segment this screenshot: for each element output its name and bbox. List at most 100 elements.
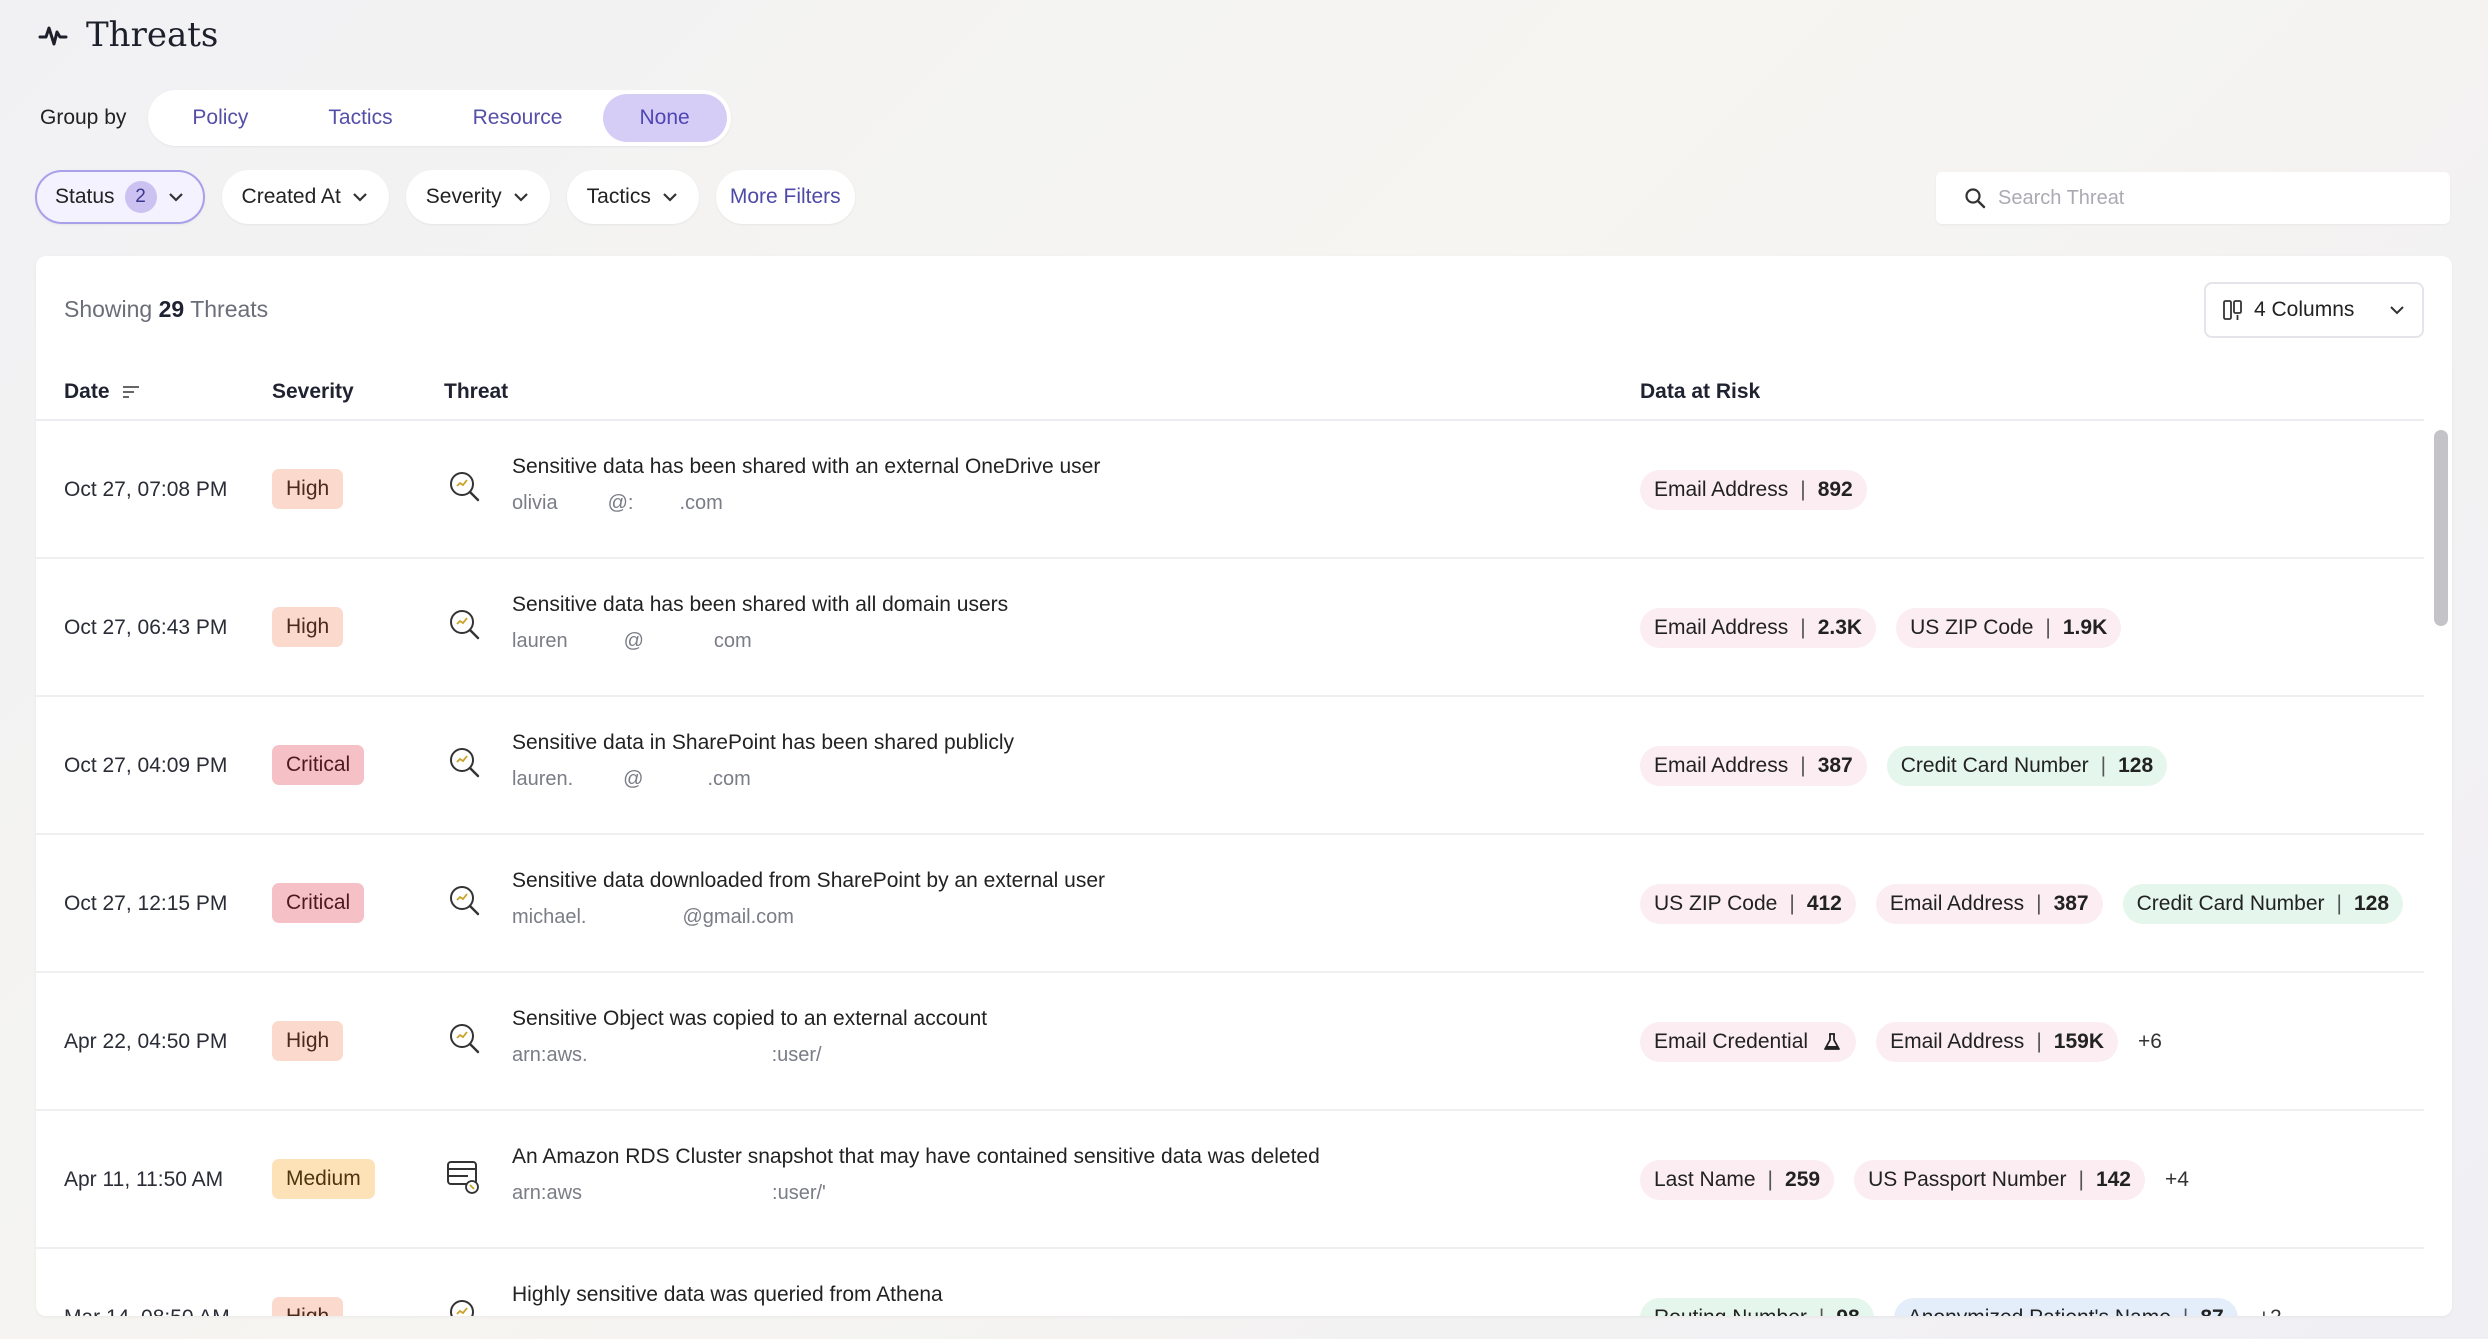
scrollbar-thumb[interactable]	[2434, 430, 2448, 626]
threat-magnifier-icon	[450, 1300, 474, 1316]
threat-subject: olivia @: .com	[512, 492, 723, 514]
row-date: Mar 14, 08:50 AM	[64, 1249, 230, 1316]
chevron-down-icon	[513, 193, 528, 202]
table-row[interactable]: Oct 27, 12:15 PM Critical Sensitive data…	[36, 835, 2424, 973]
data-at-risk-tags: Email Address | 892	[1640, 421, 1867, 559]
threat-subject: lauren. @ .com	[512, 768, 751, 790]
data-at-risk-tags: Email Address | 2.3K US ZIP Code | 1.9K	[1640, 559, 2122, 697]
threat-title[interactable]: Sensitive data has been shared with an e…	[512, 455, 1100, 479]
data-tag[interactable]: Email Address | 2.3K	[1640, 608, 1877, 648]
created-at-filter-label: Created At	[241, 185, 341, 208]
chevron-down-icon	[353, 193, 367, 202]
status-filter-label: Status	[55, 185, 115, 208]
group-by: Group by Policy Tactics Resource None	[40, 90, 731, 146]
severity-badge: Medium	[272, 1159, 375, 1199]
data-tag[interactable]: Credit Card Number | 128	[1886, 746, 2168, 786]
row-date: Oct 27, 04:09 PM	[64, 754, 228, 777]
data-at-risk-tags: Routing Number|98 Anonymized Patient's N…	[1640, 1249, 2282, 1316]
severity-badge: High	[272, 1297, 344, 1316]
data-tag[interactable]: Email Address | 892	[1640, 470, 1867, 510]
table-row[interactable]: Mar 14, 08:50 AM High Highly sensitive d…	[36, 1249, 2424, 1316]
search-box	[1936, 172, 2450, 224]
data-tag[interactable]: Email Credential	[1640, 1022, 1857, 1062]
threat-title[interactable]: Sensitive data downloaded from SharePoin…	[512, 869, 1105, 893]
data-tag[interactable]: US ZIP Code | 1.9K	[1896, 608, 2122, 648]
row-date: Oct 27, 06:43 PM	[64, 616, 228, 639]
row-date: Oct 27, 12:15 PM	[64, 892, 228, 915]
table-row[interactable]: Oct 27, 06:43 PM High Sensitive data has…	[36, 559, 2424, 697]
column-header-data-at-risk[interactable]: Data at Risk	[1640, 380, 1760, 404]
more-tags-count[interactable]: +2	[2258, 1306, 2282, 1316]
showing-suffix: Threats	[190, 296, 269, 322]
severity-filter[interactable]: Severity	[405, 170, 550, 224]
page-title: Threats	[86, 15, 219, 55]
group-by-resource[interactable]: Resource	[433, 94, 603, 142]
created-at-filter[interactable]: Created At	[221, 170, 389, 224]
row-date: Apr 22, 04:50 PM	[64, 1030, 228, 1053]
threat-magnifier-icon	[450, 748, 480, 778]
severity-badge: Critical	[272, 745, 365, 785]
data-at-risk-tags: Last Name | 259 US Passport Number | 142 +4	[1640, 1111, 2189, 1249]
activity-pulse-icon	[38, 26, 68, 46]
table-scrollbar[interactable]	[2434, 424, 2448, 1316]
threat-title[interactable]: An Amazon RDS Cluster snapshot that may …	[512, 1145, 1320, 1169]
group-by-policy[interactable]: Policy	[152, 94, 288, 142]
tactics-filter[interactable]: Tactics	[566, 170, 699, 224]
table-row[interactable]: Oct 27, 07:08 PM High Sensitive data has…	[36, 421, 2424, 559]
column-header-severity[interactable]: Severity	[272, 380, 354, 404]
row-date: Apr 11, 11:50 AM	[64, 1168, 224, 1191]
severity-badge: High	[272, 1021, 344, 1061]
threat-magnifier-icon	[450, 472, 480, 502]
columns-button[interactable]: 4 Columns	[2204, 282, 2424, 338]
data-tag[interactable]: Credit Card Number | 128	[2122, 884, 2404, 924]
status-filter-count: 2	[124, 181, 157, 213]
filter-bar: Status 2 Created At Severity Tactics Mor…	[35, 170, 855, 224]
threat-title[interactable]: Sensitive data has been shared with all …	[512, 593, 1008, 617]
column-header-threat[interactable]: Threat	[444, 380, 508, 404]
table-row[interactable]: Apr 22, 04:50 PM High Sensitive Object w…	[36, 973, 2424, 1111]
page-header: Threats	[38, 10, 218, 60]
data-tag[interactable]: Email Address | 387	[1875, 884, 2103, 924]
severity-badge: High	[272, 607, 344, 647]
table-row[interactable]: Oct 27, 04:09 PM Critical Sensitive data…	[36, 697, 2424, 835]
status-filter[interactable]: Status 2	[35, 170, 205, 224]
more-tags-count[interactable]: +6	[2138, 1030, 2162, 1054]
more-filters-button[interactable]: More Filters	[715, 170, 855, 224]
threat-magnifier-icon	[450, 1024, 480, 1054]
group-by-segmented-control: Policy Tactics Resource None	[148, 90, 731, 146]
search-icon	[1965, 188, 1986, 209]
threat-subject: michael. @gmail.com	[512, 906, 794, 928]
row-date: Oct 27, 07:08 PM	[64, 478, 228, 501]
showing-prefix: Showing	[64, 296, 153, 322]
threat-title[interactable]: Highly sensitive data was queried from A…	[512, 1283, 943, 1307]
severity-badge: High	[272, 469, 344, 509]
chevron-down-icon	[663, 193, 677, 202]
showing-count: Showing 29 Threats	[64, 296, 268, 323]
threat-title[interactable]: Sensitive Object was copied to an extern…	[512, 1007, 987, 1031]
chevron-down-icon	[168, 193, 183, 202]
severity-badge: Critical	[272, 883, 365, 923]
data-tag[interactable]: Last Name | 259	[1640, 1160, 1835, 1200]
column-header-date-label: Date	[64, 380, 110, 403]
data-at-risk-tags: US ZIP Code | 412 Email Address | 387 Credit…	[1640, 835, 2404, 973]
table-row[interactable]: Apr 11, 11:50 AM Medium An Amazon RDS Cl…	[36, 1111, 2424, 1249]
data-at-risk-tags: Email Address | 387 Credit Card Number | 128	[1640, 697, 2168, 835]
threat-magnifier-icon	[450, 610, 480, 640]
data-tag[interactable]: US Passport Number | 142	[1854, 1160, 2145, 1200]
database-cursor-icon	[447, 1161, 479, 1194]
sort-icon	[122, 386, 139, 398]
column-header-date[interactable]: Date	[64, 380, 140, 404]
threat-title[interactable]: Sensitive data in SharePoint has been sh…	[512, 731, 1014, 755]
tactics-filter-label: Tactics	[586, 185, 651, 208]
data-tag[interactable]: Email Address | 159K	[1876, 1022, 2118, 1062]
threat-subject: arn:aws:user/'	[512, 1182, 826, 1204]
data-tag[interactable]: US ZIP Code | 412	[1640, 884, 1856, 924]
group-by-tactics[interactable]: Tactics	[288, 94, 432, 142]
flask-icon	[1824, 1033, 1840, 1050]
more-tags-count[interactable]: +4	[2165, 1168, 2189, 1192]
data-tag[interactable]: Routing Number|98	[1640, 1298, 1874, 1316]
data-tag[interactable]: Email Address | 387	[1640, 746, 1867, 786]
group-by-none[interactable]: None	[602, 94, 727, 142]
data-tag[interactable]: Anonymized Patient's Name|87	[1893, 1298, 2238, 1316]
search-input[interactable]	[1998, 186, 2422, 210]
